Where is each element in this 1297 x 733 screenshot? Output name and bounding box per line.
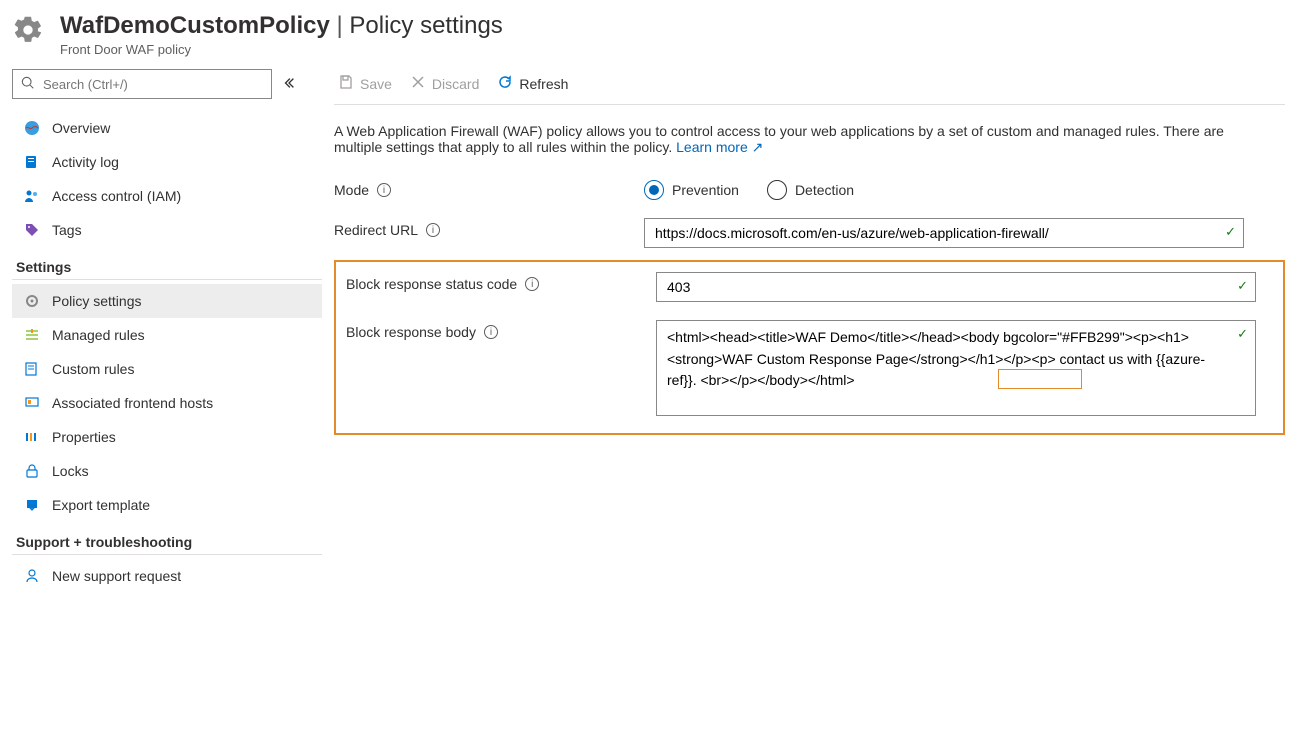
description-text: A Web Application Firewall (WAF) policy … bbox=[334, 123, 1254, 156]
sidebar-item-properties[interactable]: Properties bbox=[12, 420, 322, 454]
discard-icon bbox=[410, 74, 426, 93]
mode-radio-detection[interactable]: Detection bbox=[767, 180, 854, 200]
sidebar-group-support: Support + troubleshooting bbox=[12, 522, 322, 555]
search-input[interactable] bbox=[41, 76, 263, 93]
save-icon bbox=[338, 74, 354, 93]
checkmark-icon: ✓ bbox=[1237, 326, 1248, 342]
refresh-icon bbox=[497, 74, 513, 93]
block-status-input[interactable] bbox=[656, 272, 1256, 302]
toolbar: Save Discard Refresh bbox=[334, 69, 1285, 105]
radio-unchecked-icon bbox=[767, 180, 787, 200]
info-icon[interactable]: i bbox=[426, 223, 440, 237]
discard-button[interactable]: Discard bbox=[410, 74, 479, 93]
radio-checked-icon bbox=[644, 180, 664, 200]
export-icon bbox=[24, 497, 40, 513]
sidebar-item-new-support-request[interactable]: New support request bbox=[12, 559, 322, 593]
sidebar-item-label: Locks bbox=[52, 463, 89, 479]
sidebar: Overview Activity log Access control (IA… bbox=[12, 63, 322, 593]
page-title: WafDemoCustomPolicy | Policy settings bbox=[60, 12, 1285, 40]
sidebar-item-label: Policy settings bbox=[52, 293, 141, 309]
support-icon bbox=[24, 568, 40, 584]
block-body-label: Block response body i bbox=[346, 320, 656, 340]
search-icon bbox=[21, 76, 35, 93]
redirect-url-label: Redirect URL i bbox=[334, 218, 644, 238]
sidebar-item-label: Activity log bbox=[52, 154, 119, 170]
sidebar-item-label: Export template bbox=[52, 497, 150, 513]
search-input-wrapper[interactable] bbox=[12, 69, 272, 99]
save-button[interactable]: Save bbox=[338, 74, 392, 93]
rules-icon bbox=[24, 327, 40, 343]
sidebar-item-tags[interactable]: Tags bbox=[12, 213, 322, 247]
tag-icon bbox=[24, 222, 40, 238]
refresh-button[interactable]: Refresh bbox=[497, 74, 568, 93]
block-body-textarea[interactable] bbox=[656, 320, 1256, 416]
sidebar-item-label: Custom rules bbox=[52, 361, 134, 377]
highlighted-region: Block response status code i ✓ Block res… bbox=[334, 260, 1285, 435]
sidebar-item-frontend-hosts[interactable]: Associated frontend hosts bbox=[12, 386, 322, 420]
hosts-icon bbox=[24, 395, 40, 411]
sidebar-item-label: Properties bbox=[52, 429, 116, 445]
sidebar-item-managed-rules[interactable]: Managed rules bbox=[12, 318, 322, 352]
sidebar-item-label: Tags bbox=[52, 222, 82, 238]
checkmark-icon: ✓ bbox=[1225, 224, 1236, 240]
properties-icon bbox=[24, 429, 40, 445]
page-subtitle: Front Door WAF policy bbox=[60, 42, 1285, 57]
globe-icon bbox=[24, 120, 40, 136]
info-icon[interactable]: i bbox=[484, 325, 498, 339]
info-icon[interactable]: i bbox=[525, 277, 539, 291]
people-icon bbox=[24, 188, 40, 204]
sidebar-item-custom-rules[interactable]: Custom rules bbox=[12, 352, 322, 386]
mode-radio-prevention[interactable]: Prevention bbox=[644, 180, 739, 200]
log-icon bbox=[24, 154, 40, 170]
lock-icon bbox=[24, 463, 40, 479]
custom-rules-icon bbox=[24, 361, 40, 377]
gear-small-icon bbox=[24, 293, 40, 309]
sidebar-item-locks[interactable]: Locks bbox=[12, 454, 322, 488]
learn-more-link[interactable]: Learn more ↗ bbox=[676, 139, 763, 155]
sidebar-group-settings: Settings bbox=[12, 247, 322, 280]
external-link-icon: ↗ bbox=[752, 139, 764, 155]
sidebar-item-label: Managed rules bbox=[52, 327, 145, 343]
main-content: Save Discard Refresh A Web Application F… bbox=[334, 63, 1285, 593]
sidebar-item-label: New support request bbox=[52, 568, 181, 584]
gear-icon bbox=[12, 14, 44, 46]
block-status-label: Block response status code i bbox=[346, 272, 656, 292]
sidebar-item-export-template[interactable]: Export template bbox=[12, 488, 322, 522]
info-icon[interactable]: i bbox=[377, 183, 391, 197]
sidebar-item-access-control[interactable]: Access control (IAM) bbox=[12, 179, 322, 213]
sidebar-item-activity-log[interactable]: Activity log bbox=[12, 145, 322, 179]
redirect-url-input[interactable] bbox=[644, 218, 1244, 248]
sidebar-item-policy-settings[interactable]: Policy settings bbox=[12, 284, 322, 318]
sidebar-item-label: Access control (IAM) bbox=[52, 188, 181, 204]
sidebar-item-label: Associated frontend hosts bbox=[52, 395, 213, 411]
collapse-sidebar-icon[interactable] bbox=[282, 76, 296, 93]
sidebar-item-label: Overview bbox=[52, 120, 110, 136]
checkmark-icon: ✓ bbox=[1237, 278, 1248, 294]
sidebar-item-overview[interactable]: Overview bbox=[12, 111, 322, 145]
mode-label: Mode i bbox=[334, 178, 644, 198]
